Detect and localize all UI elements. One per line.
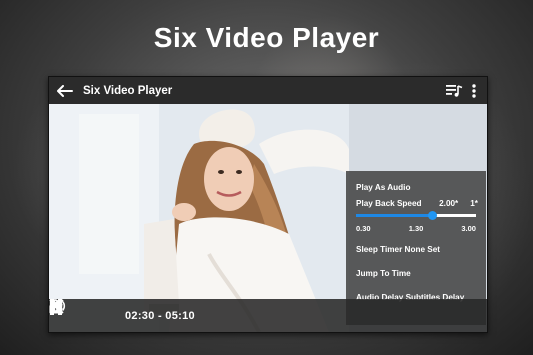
time-display: 02:30 - 05:10 [125,309,195,322]
playlist-icon[interactable] [443,84,465,97]
video-frame[interactable]: Play As Audio Play Back Speed 2.00* 1* 0… [49,104,487,332]
more-vertical-icon[interactable] [465,83,483,98]
app-bar: Six Video Player [49,77,487,104]
slider-fill [356,214,432,217]
playback-speed-label: Play Back Speed [356,199,422,208]
play-as-audio-item[interactable]: Play As Audio [356,183,410,192]
speed-ticks: 0.30 1.30 3.00 [356,224,476,233]
playback-speed-reset[interactable]: 1* [470,199,478,208]
player-screen: Six Video Player Play As Audio Play Back… [48,76,488,333]
arrow-left-icon[interactable] [51,84,79,97]
playback-speed-slider[interactable] [356,211,476,220]
speed-tick-mid: 1.30 [408,224,424,233]
playback-speed-current: 2.00* [439,199,459,208]
sleep-timer-item[interactable]: Sleep Timer None Set [356,245,440,254]
slider-thumb[interactable] [427,211,437,220]
app-title: Six Video Player [83,84,173,97]
promo-headline: Six Video Player [153,22,380,53]
jump-to-time-item[interactable]: Jump To Time [356,269,411,278]
playback-speed-row: Play Back Speed 2.00* 1* [356,199,478,208]
speed-tick-min: 0.30 [356,224,371,233]
speed-tick-max: 3.00 [461,224,476,233]
playback-controls: 02:30 - 05:10 [49,299,487,332]
